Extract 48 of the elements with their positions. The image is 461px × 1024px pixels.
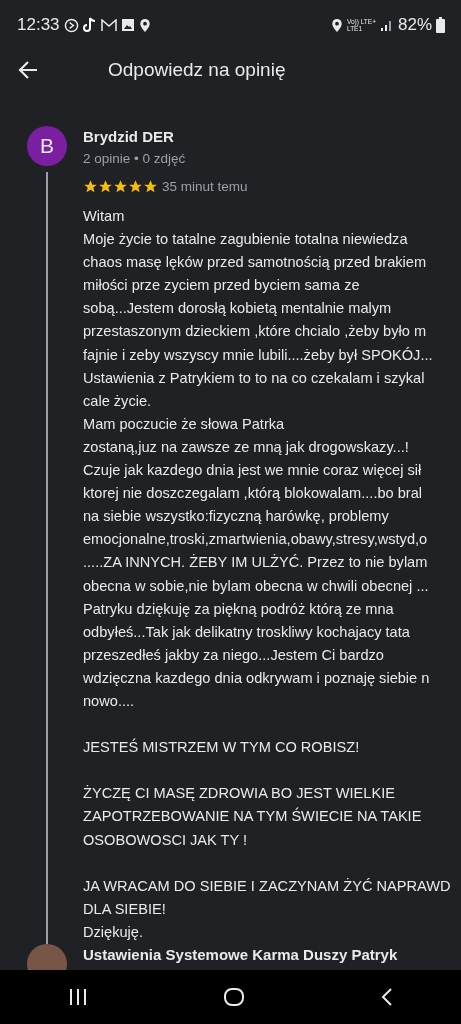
review-text-line: wdzięczna kazdego dnia odkrywam i poznaję siebie n [83,668,431,688]
review-text-line: JA WRACAM DO SIEBIE I ZACZYNAM ŻYĆ NAPRAWD [83,876,451,896]
review-text-line: przeszedłeś jakby za niego...Jestem Ci bardzo [83,645,385,665]
location-icon [331,17,343,33]
review-text-line: Ustawienia z Patrykiem to to na co czekalam i szykal [83,368,426,388]
image-icon [120,18,135,32]
author-name: Ustawienia Systemowe Karma Duszy Patryk [83,945,398,965]
review-text-line: ZAPOTRZEBOWANIE NA TYM ŚWIECIE NA TAKIE [83,806,423,827]
note-icon [82,17,97,33]
user-avatar: B [27,126,67,166]
review-text-line: ktorej nie doszczegalam ,którą blokowalam....bo bral [83,484,424,504]
author-name: Brydzid DER [83,127,175,147]
page-title: Odpowiedz na opinię [108,57,286,82]
review-text-line: emocjonalne,troski,zmartwienia,obawy,stresy,wstyd,o [83,530,429,550]
review-text-line: przestaszonym dzieckiem ,które chcialo ,żeby było m [83,322,428,342]
review-text-line: nowo.... [83,691,136,711]
review-text-line: JESTEŚ MISTRZEM W TYM CO ROBISZ! [83,737,361,758]
review-text-line: chaos masę lęków przed samotnością przed brakiem [83,253,428,273]
clock-time: 12:33 [17,14,60,37]
review-text-line: fajnie i zeby wszyscy mnie lubili....żeby był SPOKÓJ... [83,345,434,365]
review-text-line: obecna w sobie,nie bylam obecna w chwili obecnej ... [83,576,430,596]
location-icon [138,17,151,33]
review-text-line: Mam poczucie że słowa Patrka [83,414,286,434]
author-stats: 2 opinie • 0 zdjęć [83,149,187,168]
review-text-line: Czuje jak kazdego dnia jest we mnie coraz więcej sił [83,461,423,481]
review-text-line: ŻYCZĘ CI MASĘ ZDROWIA BO JEST WIELKIE [83,784,396,804]
battery-percent: 82% [397,14,432,37]
back-icon[interactable] [379,987,394,1007]
review-text-line: .....ZA INNYCH. ŻEBY IM ULŻYĆ. Przez to nie bylam [83,553,429,573]
review-text-line: Dziękuję. [83,922,145,942]
review-text-line: miłości prze zyciem przed byciem sama ze [83,276,361,296]
review-text-line: cale życie. [83,391,153,411]
review-text-line: Witam [83,207,126,226]
review-text-line: OSOBOWOSCI JAK TY ! [83,830,249,850]
home-icon[interactable] [222,987,245,1007]
review-text-line: na siebie wszystko:fizyczną harówkę, problemy [83,507,390,527]
back-arrow-icon[interactable] [18,61,38,79]
review-text-line: zostaną,juz na zawsze ze mną jak drogowskazy...! [83,437,410,457]
review-text-line: odbyłeś...Tak jak delikatny troskliwy kochajacy tata [83,622,411,642]
review-text-line: Patryku dziękuję za piękną podróż którą ze mna [83,599,395,619]
review-time: 35 minut temu [162,177,248,196]
review-text-line: DLA SIEBIE! [83,899,167,919]
review-text-line: sobą...Jestem dorosłą kobietą mentalnie malym [83,299,393,319]
review-text-line: Moje życie to tatalne zagubienie totalna niewiedza [83,230,409,250]
recent-apps-icon[interactable] [67,988,88,1006]
battery-icon [436,17,445,33]
mail-icon [100,18,117,32]
signal-icon [379,18,394,32]
